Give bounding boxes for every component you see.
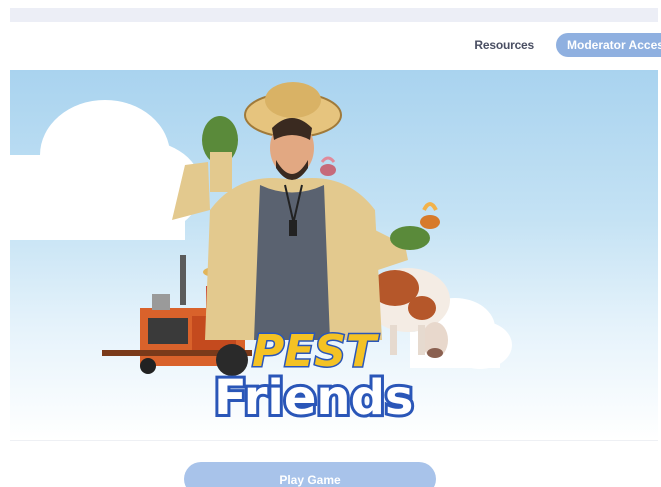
nav-moderator-button[interactable]: Moderator Access xyxy=(556,33,661,57)
nav-resources-link[interactable]: Resources xyxy=(474,38,534,52)
top-strip xyxy=(10,8,658,22)
section-divider xyxy=(10,440,658,441)
pest-bug-shoulder xyxy=(320,156,336,176)
logo-friends: Friends xyxy=(214,370,414,426)
site-header: Resources Moderator Access xyxy=(10,22,661,70)
hero-banner: PEST Friends xyxy=(10,70,658,440)
hero-illustration: PEST Friends xyxy=(10,82,512,429)
pest-bug-hand xyxy=(420,202,440,229)
play-game-button[interactable]: Play Game xyxy=(184,462,436,487)
